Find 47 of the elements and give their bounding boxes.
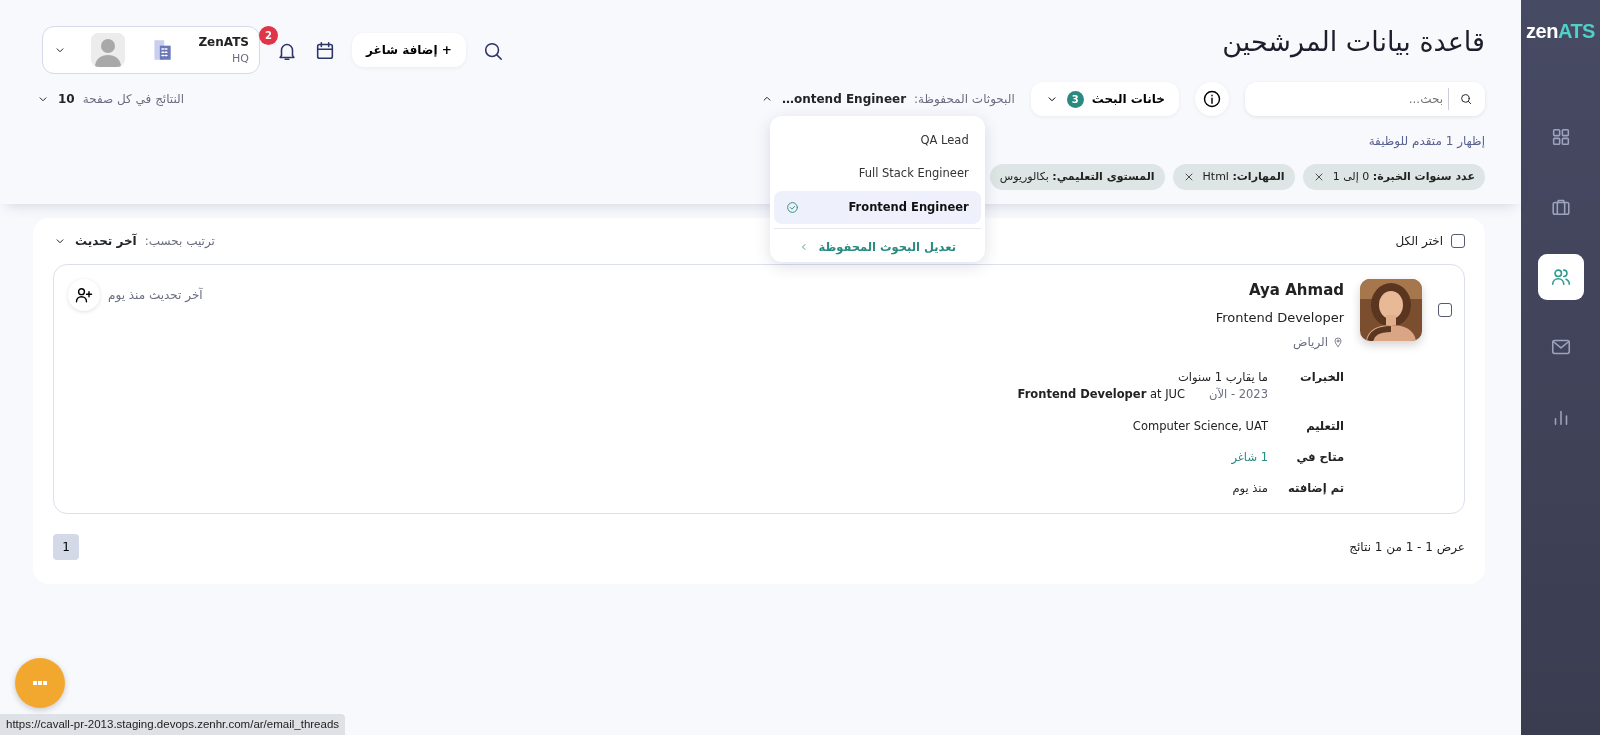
page-button[interactable]: 1 — [53, 534, 79, 561]
calendar-icon — [314, 39, 336, 62]
detail-label: التعليم — [1305, 417, 1344, 435]
search-icon — [1459, 92, 1473, 106]
info-button[interactable] — [1195, 82, 1229, 116]
experience-role: Frontend Developer at JUC — [1017, 386, 1186, 404]
pagination-summary: عرض 1 - 1 من 1 نتائج — [1349, 539, 1465, 557]
people-icon — [1549, 266, 1572, 288]
results-summary: إظهار 1 متقدم للوظيفة — [1368, 133, 1485, 150]
status-url: https://cavall-pr-2013.staging.devops.zenhr.com/ar/email_threads — [0, 713, 346, 735]
edit-saved-searches-link[interactable]: تعديل البحوث المحفوظة — [773, 227, 981, 256]
experience-period: 2023 - الآن — [1209, 386, 1268, 404]
detail-label: الخبرات — [1299, 369, 1344, 386]
candidate-name: Aya Ahmad — [1248, 280, 1344, 301]
vacancy-link[interactable]: 1 شاغر — [1231, 449, 1268, 464]
detail-value: منذ يوم — [1232, 481, 1268, 495]
candidate-title: Frontend Developer — [1214, 308, 1344, 327]
select-all-checkbox[interactable] — [1451, 234, 1465, 248]
menu-item[interactable]: Full Stack Engineer — [773, 157, 981, 191]
sort-dropdown[interactable]: ترتيب بحسب: آخر تحديث — [53, 232, 215, 250]
select-all-label: اختر الكل — [1395, 233, 1443, 250]
location-pin-icon — [1332, 336, 1344, 348]
detail-label: متاح في — [1295, 448, 1344, 466]
filter-chip: عدد سنوات الخبرة: 0 إلى 1 — [1302, 164, 1485, 190]
detail-label: تم إضافته — [1287, 480, 1344, 497]
company-name: ZenATS — [198, 33, 249, 51]
logo: zenATS — [1526, 19, 1595, 44]
info-icon — [1202, 89, 1222, 109]
last-updated: آخر تحديث منذ يوم — [108, 286, 203, 304]
menu-item[interactable]: Frontend Engineer — [773, 190, 981, 224]
add-job-button[interactable]: + إضافة شاغر — [352, 33, 466, 67]
candidate-checkbox[interactable] — [1438, 303, 1452, 317]
account-switcher[interactable]: ZenATS HQ — [42, 26, 260, 74]
add-to-job-button[interactable] — [68, 279, 100, 311]
search-field[interactable]: بحث... — [1245, 82, 1485, 116]
more-icon — [33, 681, 47, 685]
candidate-location: الرياض — [1292, 334, 1328, 351]
check-circle-icon — [785, 200, 799, 214]
count-badge: 3 — [1066, 90, 1084, 108]
detail-value: ما يقارب 1 سنوات — [1177, 369, 1268, 386]
notification-badge: 2 — [259, 26, 278, 45]
filter-chip: المستوى التعليمي: بكالوريوس — [989, 164, 1165, 190]
menu-item[interactable]: QA Lead — [773, 124, 981, 158]
sidebar-item[interactable] — [1537, 254, 1584, 300]
branch-name: HQ — [231, 50, 249, 67]
page-title: قاعدة بيانات المرشحين — [1222, 26, 1485, 59]
detail-value: Computer Science, UAT — [1132, 418, 1268, 433]
